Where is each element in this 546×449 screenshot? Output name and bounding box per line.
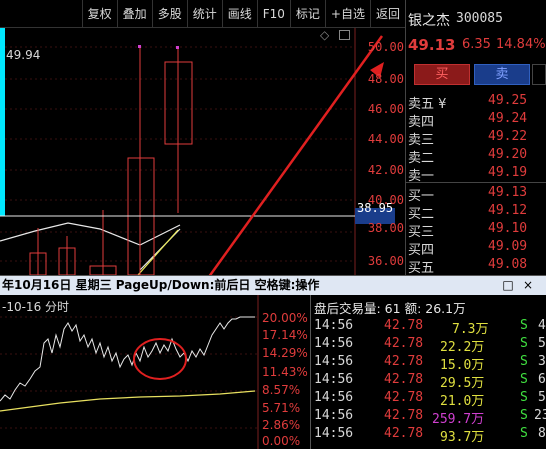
price-axis-label: 36.00 [367, 254, 404, 268]
stock-code: 300085 [456, 11, 503, 26]
trade-row: 14:56 42.78 22.2万 S 5 [314, 336, 546, 355]
panel-toggle-icon[interactable] [339, 30, 350, 40]
maximize-icon[interactable]: □ [498, 276, 518, 295]
buy-order-row[interactable]: 买四 49.09 [406, 239, 546, 258]
toolbar-mark-button[interactable]: 标记 [289, 0, 325, 28]
trade-row: 14:56 42.78 259.7万 S 23 [314, 408, 546, 427]
buy-order-row[interactable]: 买二 49.12 [406, 203, 546, 222]
current-price-label: 38.95 [357, 201, 394, 215]
trade-row: 14:56 42.78 21.0万 S 5 [314, 390, 546, 409]
trade-row: 14:56 42.78 29.5万 S 6 [314, 372, 546, 391]
left-cyan-bar [0, 28, 5, 216]
price-axis-label: 50.00 [367, 40, 404, 54]
close-icon[interactable]: × [518, 276, 538, 295]
price-axis-label: 44.00 [367, 132, 404, 146]
pct-axis-label: 14.29% [262, 346, 308, 360]
toolbar-back-button[interactable]: 返回 [369, 0, 405, 28]
pct-axis-label: 5.71% [262, 401, 301, 415]
toolbar-add-watchlist-button[interactable]: +自选 [324, 0, 370, 28]
trade-row: 14:56 42.78 15.0万 S 3 [314, 354, 546, 373]
sell-order-row[interactable]: 卖四 49.24 [406, 111, 546, 130]
annotation-circle [133, 338, 187, 380]
trade-row: 14:56 42.78 93.7万 S 8 [314, 426, 546, 445]
sell-order-row[interactable]: 卖五 ¥49.25 [406, 93, 546, 112]
sell-order-row[interactable]: 卖三 49.22 [406, 129, 546, 148]
sell-order-row[interactable]: 卖二 49.20 [406, 147, 546, 166]
more-button[interactable] [532, 64, 546, 85]
order-book-panel: 银之杰 300085 49.13 6.35 14.84% 买 卖 卖五 ¥49.… [405, 0, 546, 276]
stock-change-pct: 14.84% [496, 37, 546, 52]
candlestick-chart[interactable]: 49.94 ◇ 50.00 48.00 46.00 44.00 42.00 40… [0, 28, 405, 275]
left-value-label: 49.94 [6, 48, 41, 62]
sell-order-row[interactable]: 卖一 49.19 [406, 165, 546, 184]
toolbar-fuquan-button[interactable]: 复权 [81, 0, 117, 28]
popup-title: 年10月16日 星期三 PageUp/Down:前后日 空格键:操作 [2, 278, 320, 292]
after-hours-volume: 盘后交易量: 61 额: 26.1万 [314, 301, 466, 316]
price-axis-label: 38.00 [367, 221, 404, 235]
toolbar-draw-button[interactable]: 画线 [221, 0, 257, 28]
toolbar-stats-button[interactable]: 统计 [186, 0, 222, 28]
annotation-arrow [208, 35, 384, 275]
stock-name: 银之杰 [408, 13, 450, 29]
pct-axis-label: 20.00% [262, 311, 308, 325]
pct-axis-label: 11.43% [262, 365, 308, 379]
intraday-popup-window[interactable]: 年10月16日 星期三 PageUp/Down:前后日 空格键:操作 □ × -… [0, 275, 546, 449]
buy-button[interactable]: 买 [414, 64, 470, 85]
trade-row: 14:56 42.78 7.3万 S 4 [314, 318, 546, 337]
price-axis-label: 42.00 [367, 163, 404, 177]
chart-toolbar: 复权 叠加 多股 统计 画线 F10 标记 +自选 返回 [0, 0, 405, 28]
stock-change: 6.35 [462, 37, 491, 52]
buy-order-row[interactable]: 买五 49.08 [406, 257, 546, 276]
toolbar-overlay-button[interactable]: 叠加 [116, 0, 152, 28]
diamond-icon[interactable]: ◇ [320, 28, 329, 42]
toolbar-multistock-button[interactable]: 多股 [151, 0, 187, 28]
pct-axis-label: 0.00% [262, 434, 301, 448]
pct-axis-label: 8.57% [262, 383, 301, 397]
price-axis-label: 46.00 [367, 102, 404, 116]
ma-line-white [0, 222, 181, 246]
pct-axis-label: 17.14% [262, 328, 308, 342]
toolbar-f10-button[interactable]: F10 [256, 0, 290, 28]
popup-title-bar[interactable]: 年10月16日 星期三 PageUp/Down:前后日 空格键:操作 [0, 276, 546, 295]
buy-order-row[interactable]: 买一 49.13 [406, 185, 546, 204]
stock-price: 49.13 [408, 36, 456, 54]
sell-button[interactable]: 卖 [474, 64, 530, 85]
pct-axis-label: 2.86% [262, 418, 301, 432]
buy-order-row[interactable]: 买三 49.10 [406, 221, 546, 240]
ma-line-yellow [137, 229, 179, 275]
price-axis-label: 48.00 [367, 72, 404, 86]
